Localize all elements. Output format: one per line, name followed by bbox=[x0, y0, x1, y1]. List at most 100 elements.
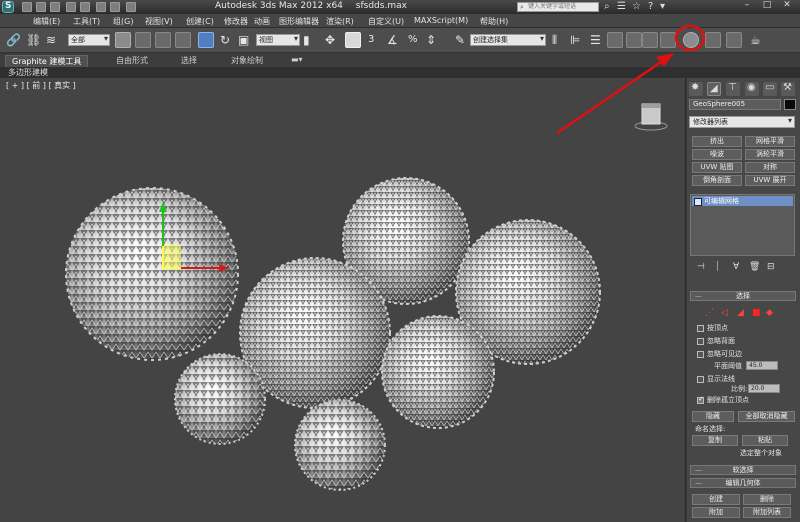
close-button[interactable]: ✕ bbox=[776, 0, 798, 12]
search-icon[interactable]: ⌕ bbox=[604, 1, 610, 12]
delete-isolated-vertices-checkbox[interactable] bbox=[697, 395, 704, 404]
mirror-icon[interactable]: ⫴ bbox=[552, 33, 557, 47]
named-selection-set-dropdown[interactable]: 创建选择集 bbox=[470, 34, 546, 46]
scale-spinner[interactable]: 20.0 bbox=[748, 384, 780, 393]
modifier-symmetry-button[interactable]: 对称 bbox=[745, 162, 795, 173]
window-crossing-icon[interactable] bbox=[175, 32, 191, 48]
modifier-bevel-profile-button[interactable]: 倒角剖面 bbox=[692, 175, 742, 186]
vertex-subobject-icon[interactable]: ⋰ bbox=[705, 308, 714, 318]
redo-icon[interactable] bbox=[80, 2, 90, 12]
layer-manager-icon[interactable]: ☰ bbox=[590, 33, 601, 47]
save-file-icon[interactable] bbox=[50, 2, 60, 12]
material-editor-icon[interactable] bbox=[660, 32, 676, 48]
favorites-star-icon[interactable]: ☆ bbox=[632, 1, 641, 12]
app-logo-icon[interactable]: S bbox=[2, 1, 14, 13]
modify-tab-icon[interactable]: ◢ bbox=[707, 82, 721, 96]
stack-item-editable-mesh[interactable]: 可编辑网格 bbox=[692, 196, 793, 206]
motion-tab-icon[interactable]: ◉ bbox=[745, 82, 759, 96]
modifier-list-dropdown[interactable]: 修改器列表 bbox=[689, 116, 795, 128]
help-dropdown-icon[interactable]: ▾ bbox=[660, 1, 665, 12]
show-end-result-icon[interactable]: ⏐ bbox=[715, 262, 720, 272]
attach-button[interactable]: 附加 bbox=[692, 507, 740, 518]
menu-customize[interactable]: 自定义(U) bbox=[368, 16, 404, 27]
minimize-button[interactable]: – bbox=[736, 0, 758, 12]
select-scale-icon[interactable]: ▣ bbox=[238, 33, 249, 47]
rect-selection-icon[interactable] bbox=[155, 32, 171, 48]
geosphere-bottom-left[interactable] bbox=[174, 353, 266, 445]
front-viewport[interactable]: [ + ] [ 前 ] [ 真实 ] bbox=[0, 78, 686, 522]
menu-rendering[interactable]: 渲染(R) bbox=[326, 16, 354, 27]
hierarchy-tab-icon[interactable]: ⊤ bbox=[726, 82, 740, 96]
object-name-field[interactable]: GeoSphere005 bbox=[689, 99, 781, 110]
undo-icon[interactable] bbox=[66, 2, 76, 12]
manipulate-icon[interactable] bbox=[345, 32, 361, 48]
menu-modifiers[interactable]: 修改器 bbox=[224, 16, 248, 27]
hold-icon[interactable] bbox=[96, 2, 106, 12]
display-tab-icon[interactable]: ▭ bbox=[763, 82, 777, 96]
menu-edit[interactable]: 编辑(E) bbox=[33, 16, 60, 27]
select-rotate-icon[interactable]: ↻ bbox=[220, 33, 230, 47]
modifier-noise-button[interactable]: 噪波 bbox=[692, 149, 742, 160]
rollout-selection[interactable]: 选择 bbox=[690, 291, 796, 301]
menu-graph-editors[interactable]: 图形编辑器 bbox=[279, 16, 319, 27]
align-icon[interactable]: ⊫ bbox=[570, 33, 580, 47]
geosphere-bottom-middle[interactable] bbox=[294, 399, 386, 491]
ribbon-options-icon[interactable]: ▬▾ bbox=[285, 55, 309, 67]
help-search-input[interactable]: ⌕ 键入关键字或短语 bbox=[517, 2, 599, 12]
modifier-unwrap-uvw-button[interactable]: UVW 展开 bbox=[745, 175, 795, 186]
render-teapot-icon[interactable]: ☕ bbox=[750, 33, 761, 47]
communication-center-icon[interactable]: ☰ bbox=[617, 1, 626, 12]
modifier-meshsmooth-button[interactable]: 网格平滑 bbox=[745, 136, 795, 147]
menu-group[interactable]: 组(G) bbox=[113, 16, 133, 27]
selection-filter-dropdown[interactable]: 全部 bbox=[68, 34, 110, 46]
menu-tools[interactable]: 工具(T) bbox=[73, 16, 100, 27]
modifier-uvw-map-button[interactable]: UVW 贴图 bbox=[692, 162, 742, 173]
select-and-link-icon[interactable]: 🔗 bbox=[6, 33, 21, 47]
curve-editor-icon[interactable] bbox=[626, 32, 642, 48]
spinner-snap-icon[interactable]: ⇕ bbox=[426, 33, 436, 47]
polygon-modeling-label[interactable]: 多边形建模 bbox=[8, 67, 48, 78]
modifier-extrude-button[interactable]: 挤出 bbox=[692, 136, 742, 147]
percent-snap-icon[interactable]: % bbox=[408, 33, 418, 47]
tab-graphite-modeling[interactable]: Graphite 建模工具 bbox=[5, 55, 89, 67]
menu-create[interactable]: 创建(C) bbox=[186, 16, 214, 27]
render-setup-icon[interactable] bbox=[705, 32, 721, 48]
make-unique-icon[interactable]: ∀ bbox=[733, 262, 739, 272]
attach-list-button[interactable]: 附加列表 bbox=[743, 507, 791, 518]
planar-threshold-spinner[interactable]: 45.0 bbox=[746, 361, 778, 370]
slate-material-editor-icon[interactable] bbox=[683, 32, 699, 48]
edit-named-selection-icon[interactable]: ✎ bbox=[455, 33, 465, 47]
create-tab-icon[interactable]: ✸ bbox=[689, 82, 703, 96]
move-gizmo-icon[interactable]: ✥ bbox=[325, 33, 335, 47]
rendered-frame-window-icon[interactable] bbox=[726, 32, 742, 48]
new-file-icon[interactable] bbox=[22, 2, 32, 12]
by-vertex-checkbox[interactable] bbox=[697, 325, 704, 332]
delete-button[interactable]: 删除 bbox=[743, 494, 791, 505]
paste-button[interactable]: 粘贴 bbox=[742, 435, 788, 446]
menu-maxscript[interactable]: MAXScript(M) bbox=[414, 16, 468, 25]
menu-views[interactable]: 视图(V) bbox=[145, 16, 173, 27]
open-file-icon[interactable] bbox=[36, 2, 46, 12]
tab-selection[interactable]: 选择 bbox=[175, 55, 203, 67]
select-move-icon[interactable] bbox=[198, 32, 214, 48]
rollout-soft-selection[interactable]: 软选择 bbox=[690, 465, 796, 475]
geosphere-middle-right[interactable] bbox=[381, 315, 495, 429]
face-subobject-icon[interactable]: ◢ bbox=[737, 308, 744, 318]
help-icon[interactable]: ? bbox=[648, 1, 653, 12]
geosphere-large-left[interactable] bbox=[65, 187, 239, 361]
pin-stack-icon[interactable]: ⊣ bbox=[697, 262, 705, 272]
ignore-backfacing-checkbox[interactable] bbox=[697, 338, 704, 345]
copy-button[interactable]: 复制 bbox=[692, 435, 738, 446]
create-button[interactable]: 创建 bbox=[692, 494, 740, 505]
reference-coordinate-dropdown[interactable]: 视图 bbox=[256, 34, 300, 46]
element-subobject-icon[interactable]: ◆ bbox=[766, 308, 773, 318]
pivot-center-icon[interactable]: ▮ bbox=[303, 33, 310, 47]
menu-help[interactable]: 帮助(H) bbox=[480, 16, 508, 27]
unhide-all-button[interactable]: 全部取消隐藏 bbox=[738, 411, 795, 422]
fetch-icon[interactable] bbox=[110, 2, 120, 12]
unlink-icon[interactable]: ⛓ bbox=[26, 33, 41, 47]
viewcube[interactable] bbox=[632, 102, 670, 132]
ignore-visible-edges-checkbox[interactable] bbox=[697, 351, 704, 358]
schematic-view-icon[interactable] bbox=[642, 32, 658, 48]
graphite-toggle-icon[interactable] bbox=[607, 32, 623, 48]
